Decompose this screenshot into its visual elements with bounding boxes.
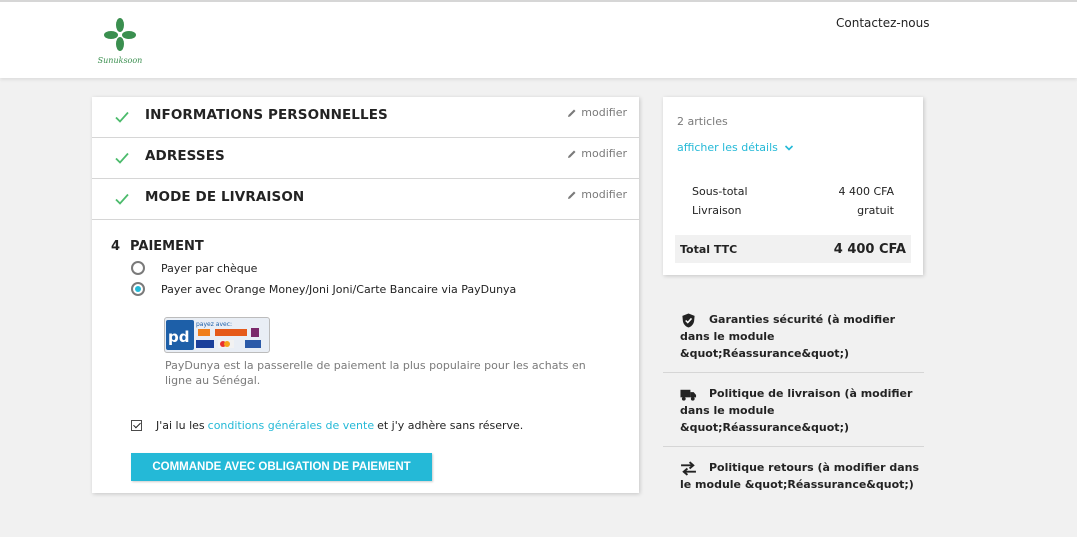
check-icon xyxy=(115,152,129,164)
cart-item-count: 2 articles xyxy=(677,115,728,128)
payment-step-title: PAIEMENT xyxy=(130,239,204,254)
edit-label: modifier xyxy=(581,188,627,201)
reassurance-returns: Politique retours (à modifier dans le mo… xyxy=(663,459,924,493)
terms-checkbox[interactable] xyxy=(131,420,142,431)
edit-label: modifier xyxy=(581,147,627,160)
shipping-value: gratuit xyxy=(857,204,894,217)
check-icon xyxy=(115,193,129,205)
reassurance-security: Garanties sécurité (à modifier dans le m… xyxy=(663,311,924,362)
cart-summary: 2 articles afficher les détails Sous-tot… xyxy=(663,97,923,275)
leaf-logo-icon xyxy=(104,18,136,51)
pencil-icon xyxy=(568,150,576,158)
edit-shipping-link[interactable]: modifier xyxy=(567,188,627,201)
checkout-steps: INFORMATIONS PERSONNELLES modifier ADRES… xyxy=(92,97,639,493)
radio-paydunya[interactable] xyxy=(131,282,145,296)
contact-link[interactable]: Contactez-nous xyxy=(836,16,930,30)
pencil-icon xyxy=(568,191,576,199)
svg-text:pd: pd xyxy=(168,328,189,346)
shipping-label: Livraison xyxy=(692,204,742,217)
paydunya-description: PayDunya est la passerelle de paiement l… xyxy=(165,359,586,387)
exchange-arrows-icon xyxy=(681,461,696,476)
paydunya-logo: pd payez avec: xyxy=(164,317,270,353)
truck-icon xyxy=(680,389,697,401)
reassurance-line: le module &quot;Réassurance&quot;) xyxy=(680,478,914,491)
terms-text-after: et j'y adhère sans réserve. xyxy=(377,419,524,432)
terms-acceptance[interactable]: J'ai lu les conditions générales de vent… xyxy=(131,419,523,432)
divider xyxy=(663,372,924,373)
step-personal-info[interactable]: INFORMATIONS PERSONNELLES modifier xyxy=(92,97,639,138)
reassurance-delivery: Politique de livraison (à modifier dans … xyxy=(663,385,924,436)
payment-option-cheque[interactable]: Payer par chèque xyxy=(131,261,257,275)
check-icon xyxy=(115,111,129,123)
brand-logo-text: Sunuksoon xyxy=(97,56,143,65)
step-shipping-method[interactable]: MODE DE LIVRAISON modifier xyxy=(92,179,639,220)
subtotal-value: 4 400 CFA xyxy=(838,185,894,198)
reassurance-line: &quot;Réassurance&quot;) xyxy=(680,421,849,434)
step-title: ADRESSES xyxy=(145,148,225,164)
payment-step-number: 4 xyxy=(111,239,121,254)
site-header: Sunuksoon Contactez-nous xyxy=(0,0,1077,78)
subtotal-label: Sous-total xyxy=(692,185,748,198)
chevron-down-icon xyxy=(784,144,793,151)
reassurance-line: dans le module xyxy=(680,404,775,417)
payment-step-heading: 4 PAIEMENT xyxy=(111,239,214,254)
payment-option-label: Payer avec Orange Money/Joni Joni/Carte … xyxy=(161,282,517,296)
step-title: INFORMATIONS PERSONNELLES xyxy=(145,107,388,123)
paydunya-badge-icon: pd payez avec: xyxy=(166,320,261,350)
step-title: MODE DE LIVRAISON xyxy=(145,189,305,205)
total-row: Total TTC 4 400 CFA xyxy=(675,235,911,263)
radio-cheque[interactable] xyxy=(131,261,145,275)
total-value: 4 400 CFA xyxy=(833,241,906,257)
subtotal-row: Sous-total 4 400 CFA xyxy=(692,185,894,198)
pencil-icon xyxy=(568,109,576,117)
step-addresses[interactable]: ADRESSES modifier xyxy=(92,138,639,179)
edit-addresses-link[interactable]: modifier xyxy=(567,147,627,160)
terms-text-before: J'ai lu les xyxy=(156,419,205,432)
paydunya-logo-text: payez avec: xyxy=(196,321,232,328)
payment-option-paydunya[interactable]: Payer avec Orange Money/Joni Joni/Carte … xyxy=(131,282,516,296)
reassurance-line: Politique de livraison (à modifier xyxy=(709,387,913,400)
shipping-row: Livraison gratuit xyxy=(692,204,894,217)
divider xyxy=(663,446,924,447)
edit-personal-info-link[interactable]: modifier xyxy=(567,106,627,119)
brand-logo[interactable]: Sunuksoon xyxy=(96,16,144,70)
edit-label: modifier xyxy=(581,106,627,119)
shield-icon xyxy=(682,313,695,328)
place-order-button[interactable]: COMMANDE AVEC OBLIGATION DE PAIEMENT xyxy=(131,453,432,481)
show-details-label: afficher les détails xyxy=(677,141,778,154)
reassurance-line: &quot;Réassurance&quot;) xyxy=(680,347,849,360)
reassurance-line: Politique retours (à modifier dans xyxy=(709,461,920,474)
total-label: Total TTC xyxy=(680,242,738,256)
show-details-toggle[interactable]: afficher les détails xyxy=(677,141,794,154)
terms-link[interactable]: conditions générales de vente xyxy=(208,419,374,432)
payment-option-label: Payer par chèque xyxy=(161,261,258,275)
reassurance-line: Garanties sécurité (à modifier xyxy=(709,313,896,326)
reassurance-line: dans le module xyxy=(680,330,775,343)
